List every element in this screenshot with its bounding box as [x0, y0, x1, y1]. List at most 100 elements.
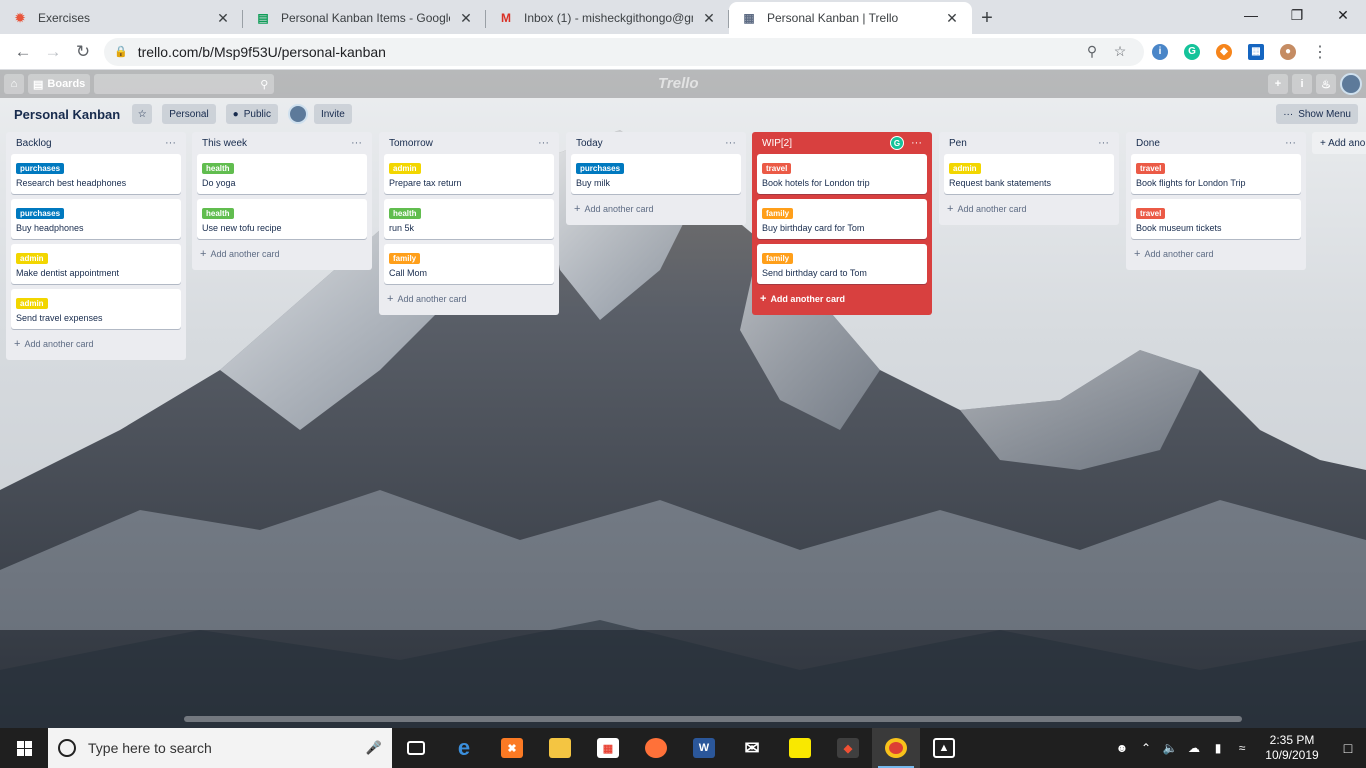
info-icon[interactable]: i: [1292, 74, 1312, 94]
chevron-up-icon[interactable]: ⌃: [1134, 741, 1158, 755]
member-avatar[interactable]: [287, 104, 308, 124]
battery-icon[interactable]: ▮: [1206, 741, 1230, 755]
add-card-button[interactable]: + Add another card: [11, 334, 181, 354]
card[interactable]: travel Book flights for London Trip: [1131, 154, 1301, 194]
star-board-icon[interactable]: ☆: [132, 104, 153, 124]
xampp-icon[interactable]: ✖: [488, 728, 536, 768]
browser-tab-4[interactable]: ▦ Personal Kanban | Trello ✕: [729, 2, 972, 34]
add-card-button[interactable]: + Add another card: [571, 199, 741, 219]
start-button[interactable]: [0, 728, 48, 768]
list-title[interactable]: WIP[2]: [762, 138, 792, 149]
card[interactable]: family Call Mom: [384, 244, 554, 284]
photos-icon[interactable]: ▲: [920, 728, 968, 768]
invite-button[interactable]: Invite: [313, 104, 352, 124]
reload-icon[interactable]: ↻: [68, 38, 98, 66]
metamask-icon[interactable]: ◆: [1208, 38, 1240, 66]
firefox-icon[interactable]: [632, 728, 680, 768]
card[interactable]: family Send birthday card to Tom: [757, 244, 927, 284]
card[interactable]: travel Book museum tickets: [1131, 199, 1301, 239]
list-title[interactable]: Done: [1136, 138, 1160, 149]
list-menu-icon[interactable]: ···: [351, 137, 362, 149]
chrome-icon[interactable]: [872, 728, 920, 768]
list-header[interactable]: This week ···: [197, 132, 367, 154]
edge-icon[interactable]: e: [440, 728, 488, 768]
action-center-icon[interactable]: □: [1330, 740, 1366, 756]
mail-icon[interactable]: ✉: [728, 728, 776, 768]
list-title[interactable]: Backlog: [16, 138, 52, 149]
card[interactable]: purchases Buy headphones: [11, 199, 181, 239]
sticky-notes-icon[interactable]: [776, 728, 824, 768]
show-menu-button[interactable]: ··· Show Menu: [1276, 104, 1358, 124]
list-title[interactable]: This week: [202, 138, 247, 149]
card[interactable]: admin Request bank statements: [944, 154, 1114, 194]
card[interactable]: family Buy birthday card for Tom: [757, 199, 927, 239]
boards-button[interactable]: ▤ Boards: [28, 74, 91, 94]
list-menu-icon[interactable]: ···: [1098, 137, 1109, 149]
tab-close-icon[interactable]: ✕: [215, 10, 231, 27]
list-menu-icon[interactable]: ···: [165, 137, 176, 149]
taskbar-search[interactable]: Type here to search 🎤: [48, 728, 392, 768]
card[interactable]: admin Prepare tax return: [384, 154, 554, 194]
forward-icon[interactable]: →: [38, 38, 68, 66]
people-icon[interactable]: ☻: [1110, 741, 1134, 755]
header-search[interactable]: ⚲: [94, 74, 275, 94]
file-explorer-icon[interactable]: [536, 728, 584, 768]
card[interactable]: purchases Buy milk: [571, 154, 741, 194]
add-card-button[interactable]: + Add another card: [944, 199, 1114, 219]
add-card-button[interactable]: + Add another card: [1131, 244, 1301, 264]
bookmark-star-icon[interactable]: ☆: [1106, 43, 1134, 60]
list-menu-icon[interactable]: ···: [725, 137, 736, 149]
user-avatar[interactable]: [1340, 73, 1362, 95]
wifi-icon[interactable]: ≈: [1230, 741, 1254, 755]
visibility-button[interactable]: ● Public: [225, 104, 278, 124]
back-icon[interactable]: ←: [8, 38, 38, 66]
grammarly-icon[interactable]: G: [1176, 38, 1208, 66]
list-header[interactable]: Today ···: [571, 132, 741, 154]
list-header[interactable]: Done ···: [1131, 132, 1301, 154]
minimize-icon[interactable]: —: [1228, 0, 1274, 30]
onedrive-icon[interactable]: ☁: [1182, 741, 1206, 755]
tab-close-icon[interactable]: ✕: [944, 10, 960, 27]
card[interactable]: purchases Research best headphones: [11, 154, 181, 194]
notifications-bell-icon[interactable]: ♨: [1316, 74, 1336, 94]
list-title[interactable]: Tomorrow: [389, 138, 433, 149]
card[interactable]: health Use new tofu recipe: [197, 199, 367, 239]
store-icon[interactable]: ▦: [584, 728, 632, 768]
home-button[interactable]: ⌂: [4, 74, 24, 94]
volume-icon[interactable]: 🔈: [1158, 741, 1182, 755]
tab-close-icon[interactable]: ✕: [458, 10, 474, 27]
card[interactable]: health run 5k: [384, 199, 554, 239]
browser-tab-2[interactable]: ▤ Personal Kanban Items - Google ✕: [243, 2, 486, 34]
list-header[interactable]: Backlog ···: [11, 132, 181, 154]
extension-icon-4[interactable]: ▦: [1240, 38, 1272, 66]
taskbar-clock[interactable]: 2:35 PM 10/9/2019: [1254, 733, 1330, 763]
microphone-icon[interactable]: 🎤: [366, 740, 382, 756]
add-card-button[interactable]: + Add another card: [384, 289, 554, 309]
maximize-icon[interactable]: ❐: [1274, 0, 1320, 30]
list-menu-icon[interactable]: ···: [538, 137, 549, 149]
new-tab-button[interactable]: +: [972, 2, 1002, 34]
grammarly-badge-icon[interactable]: G: [890, 136, 904, 150]
add-list-button[interactable]: + Add ano: [1312, 132, 1366, 154]
zoom-icon[interactable]: ⚲: [1078, 43, 1106, 60]
profile-avatar[interactable]: ●: [1272, 38, 1304, 66]
add-card-button[interactable]: + Add another card: [757, 289, 927, 309]
list-menu-icon[interactable]: ···: [1285, 137, 1296, 149]
browser-tab-3[interactable]: M Inbox (1) - misheckgithongo@gm ✕: [486, 2, 729, 34]
list-header[interactable]: Pen ···: [944, 132, 1114, 154]
list-header[interactable]: Tomorrow ···: [384, 132, 554, 154]
add-card-button[interactable]: + Add another card: [197, 244, 367, 264]
board-horizontal-scrollbar[interactable]: [184, 716, 1242, 722]
word-icon[interactable]: W: [680, 728, 728, 768]
list-menu-icon[interactable]: ···: [911, 137, 922, 149]
tab-close-icon[interactable]: ✕: [701, 10, 717, 27]
card[interactable]: admin Make dentist appointment: [11, 244, 181, 284]
card[interactable]: travel Book hotels for London trip: [757, 154, 927, 194]
card[interactable]: admin Send travel expenses: [11, 289, 181, 329]
extension-icon-1[interactable]: i: [1144, 38, 1176, 66]
close-window-icon[interactable]: ✕: [1320, 0, 1366, 30]
list-title[interactable]: Today: [576, 138, 603, 149]
board-title[interactable]: Personal Kanban: [14, 107, 120, 122]
card[interactable]: health Do yoga: [197, 154, 367, 194]
browser-tab-1[interactable]: ✹ Exercises ✕: [0, 2, 243, 34]
